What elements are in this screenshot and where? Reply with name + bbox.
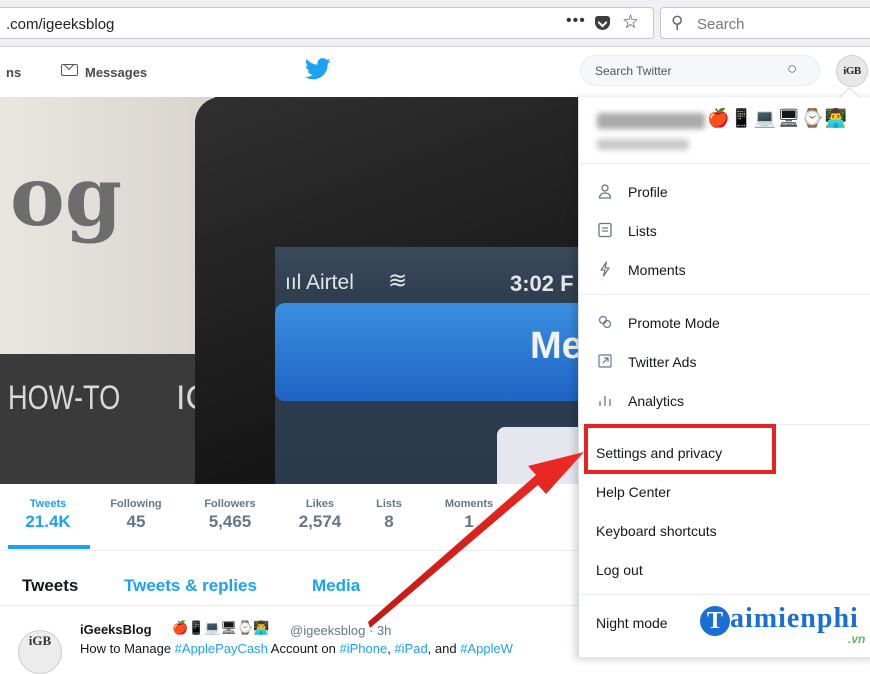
red-arrow-annotation	[368, 452, 584, 628]
watermark-text: aimienphi	[730, 603, 859, 634]
watermark-logo-letter: T	[700, 606, 730, 636]
watermark-suffix: .vn	[848, 632, 866, 646]
